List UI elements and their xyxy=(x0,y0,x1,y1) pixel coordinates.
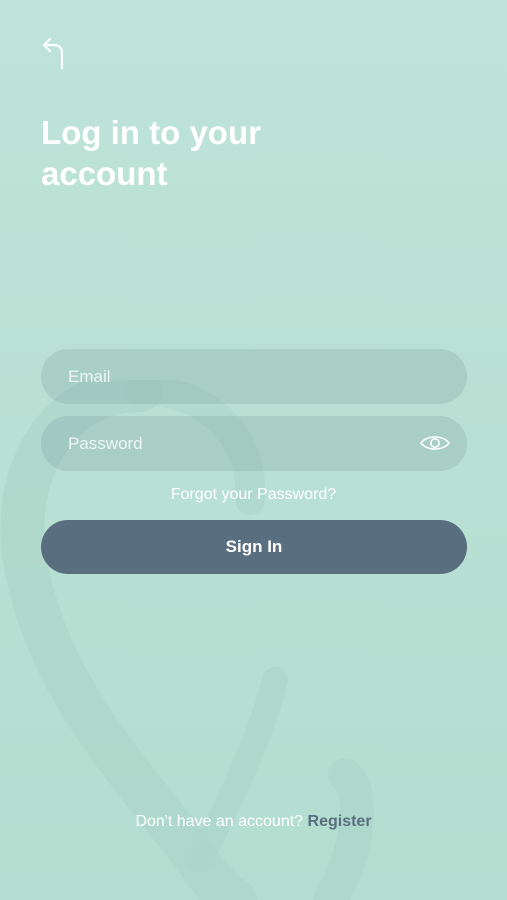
forgot-password-link[interactable]: Forgot your Password? xyxy=(0,486,507,504)
password-field-container xyxy=(41,416,467,471)
show-password-button[interactable] xyxy=(419,429,451,457)
back-button[interactable] xyxy=(36,34,72,72)
register-prompt: Don't have an account? xyxy=(135,813,304,830)
email-field-container xyxy=(41,349,467,404)
page-title: Log in to your account xyxy=(41,114,261,192)
email-field[interactable] xyxy=(68,349,440,404)
password-field[interactable] xyxy=(68,416,440,471)
register-row: Don't have an account? Register xyxy=(0,813,507,831)
eye-icon xyxy=(419,436,451,450)
register-link[interactable]: Register xyxy=(308,813,372,830)
sign-in-button[interactable]: Sign In xyxy=(41,520,467,574)
back-arrow-icon xyxy=(42,37,64,70)
